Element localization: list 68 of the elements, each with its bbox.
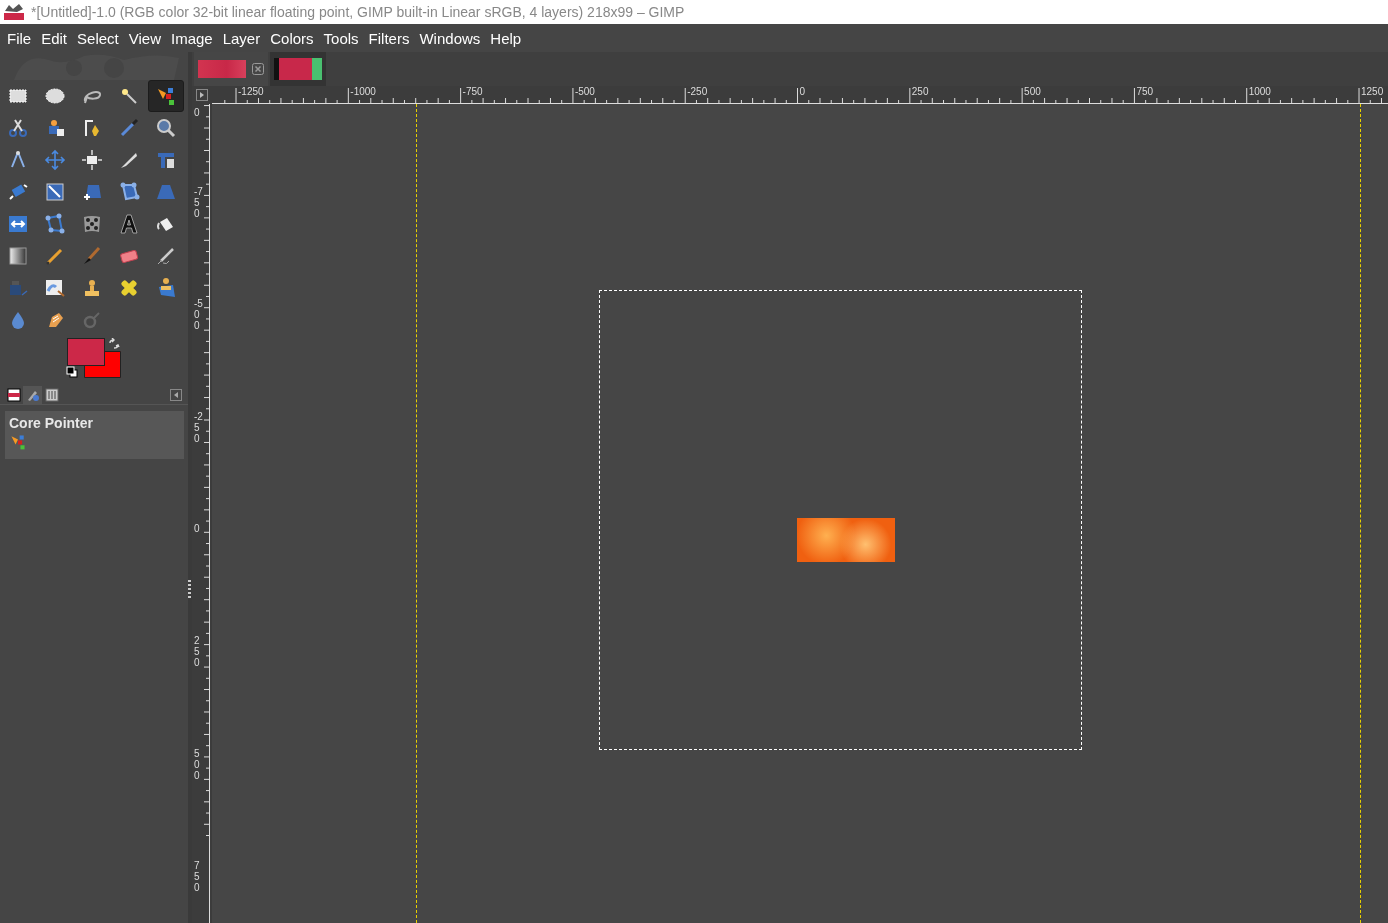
move-arrows-icon: [44, 149, 66, 171]
sliders-icon: [44, 388, 59, 402]
dodge-burn-icon: [81, 309, 103, 331]
ruler-label: -750: [194, 186, 204, 219]
brush-icon: [25, 388, 40, 402]
scale-icon: [44, 181, 66, 203]
scissors-icon: [7, 117, 29, 139]
ruler-label: 750: [194, 859, 201, 893]
dock-menu-icon[interactable]: [170, 389, 182, 401]
pointer-icon: [9, 433, 27, 451]
close-icon[interactable]: [252, 63, 264, 75]
paintbrush-icon: [81, 245, 103, 267]
ruler-label: -750: [462, 86, 483, 98]
menu-item[interactable]: Windows: [415, 29, 487, 47]
magnifier-icon: [155, 117, 177, 139]
align-icon: [81, 149, 103, 171]
menu-item[interactable]: File: [3, 29, 38, 47]
default-colors-icon[interactable]: [66, 366, 78, 378]
menu-item[interactable]: Filters: [364, 29, 416, 47]
dock-tab[interactable]: [4, 386, 23, 404]
pane-splitter-handle[interactable]: [188, 580, 191, 598]
ruler-label: 0: [194, 107, 201, 118]
ruler-label: -250: [194, 410, 204, 444]
ruler-label: 0: [194, 522, 201, 534]
ruler-label: -1250: [238, 86, 264, 98]
ruler-label: 250: [194, 635, 201, 669]
image-tab[interactable]: [270, 52, 326, 86]
canvas-brush-icon: [44, 277, 66, 299]
ruler-label: -250: [687, 86, 708, 98]
menu-item[interactable]: View: [124, 29, 167, 47]
image-thumbnail: [198, 60, 246, 78]
pointer-icon: [155, 85, 177, 107]
foreground-color-swatch[interactable]: [67, 338, 105, 366]
warp-grid-icon: [81, 213, 103, 235]
ruler-label: 500: [194, 747, 201, 781]
ruler-label: 1000: [1248, 86, 1271, 98]
ruler-label: 750: [1136, 86, 1154, 98]
ruler-label: 250: [911, 86, 929, 98]
handle-transform-icon: [118, 181, 140, 203]
eyedropper-icon: [118, 117, 140, 139]
flip-icon: [7, 213, 29, 235]
window-title: *[Untitled]-1.0 (RGB color 32-bit linear floating point, GIMP built-in Linear sRGB, 4 layers) 218x99 – GIMP: [31, 4, 685, 20]
letter-a-icon: [118, 213, 140, 235]
menu-item[interactable]: Colors: [266, 29, 320, 47]
tool-button[interactable]: [148, 80, 184, 112]
menu-item[interactable]: Image: [167, 29, 219, 47]
menu-item[interactable]: Help: [486, 29, 528, 47]
ruler-label: 1250: [1361, 86, 1384, 98]
pattern-icon: [6, 388, 21, 402]
menu-item[interactable]: Edit: [37, 29, 74, 47]
app-logo-icon: [3, 3, 25, 21]
ruler-label: 0: [799, 86, 806, 98]
menu-item[interactable]: Select: [73, 29, 125, 47]
image-thumbnail: [274, 58, 322, 80]
ellipse-select-icon: [44, 85, 66, 107]
ruler-label: 500: [1024, 86, 1041, 98]
cage-icon: [44, 213, 66, 235]
dock-tab[interactable]: [42, 386, 61, 404]
menu-item[interactable]: Layer: [218, 29, 267, 47]
quick-mask-icon[interactable]: [196, 89, 208, 101]
device-name: Core Pointer: [9, 415, 94, 431]
airbrush-icon: [155, 245, 177, 267]
gradient-icon: [7, 245, 29, 267]
ruler-label: -500: [574, 86, 595, 98]
ruler-label: -500: [194, 298, 204, 332]
swap-arrows-icon[interactable]: [108, 338, 120, 350]
ruler-label: -1000: [350, 86, 376, 98]
menu-item[interactable]: Tools: [319, 29, 365, 47]
